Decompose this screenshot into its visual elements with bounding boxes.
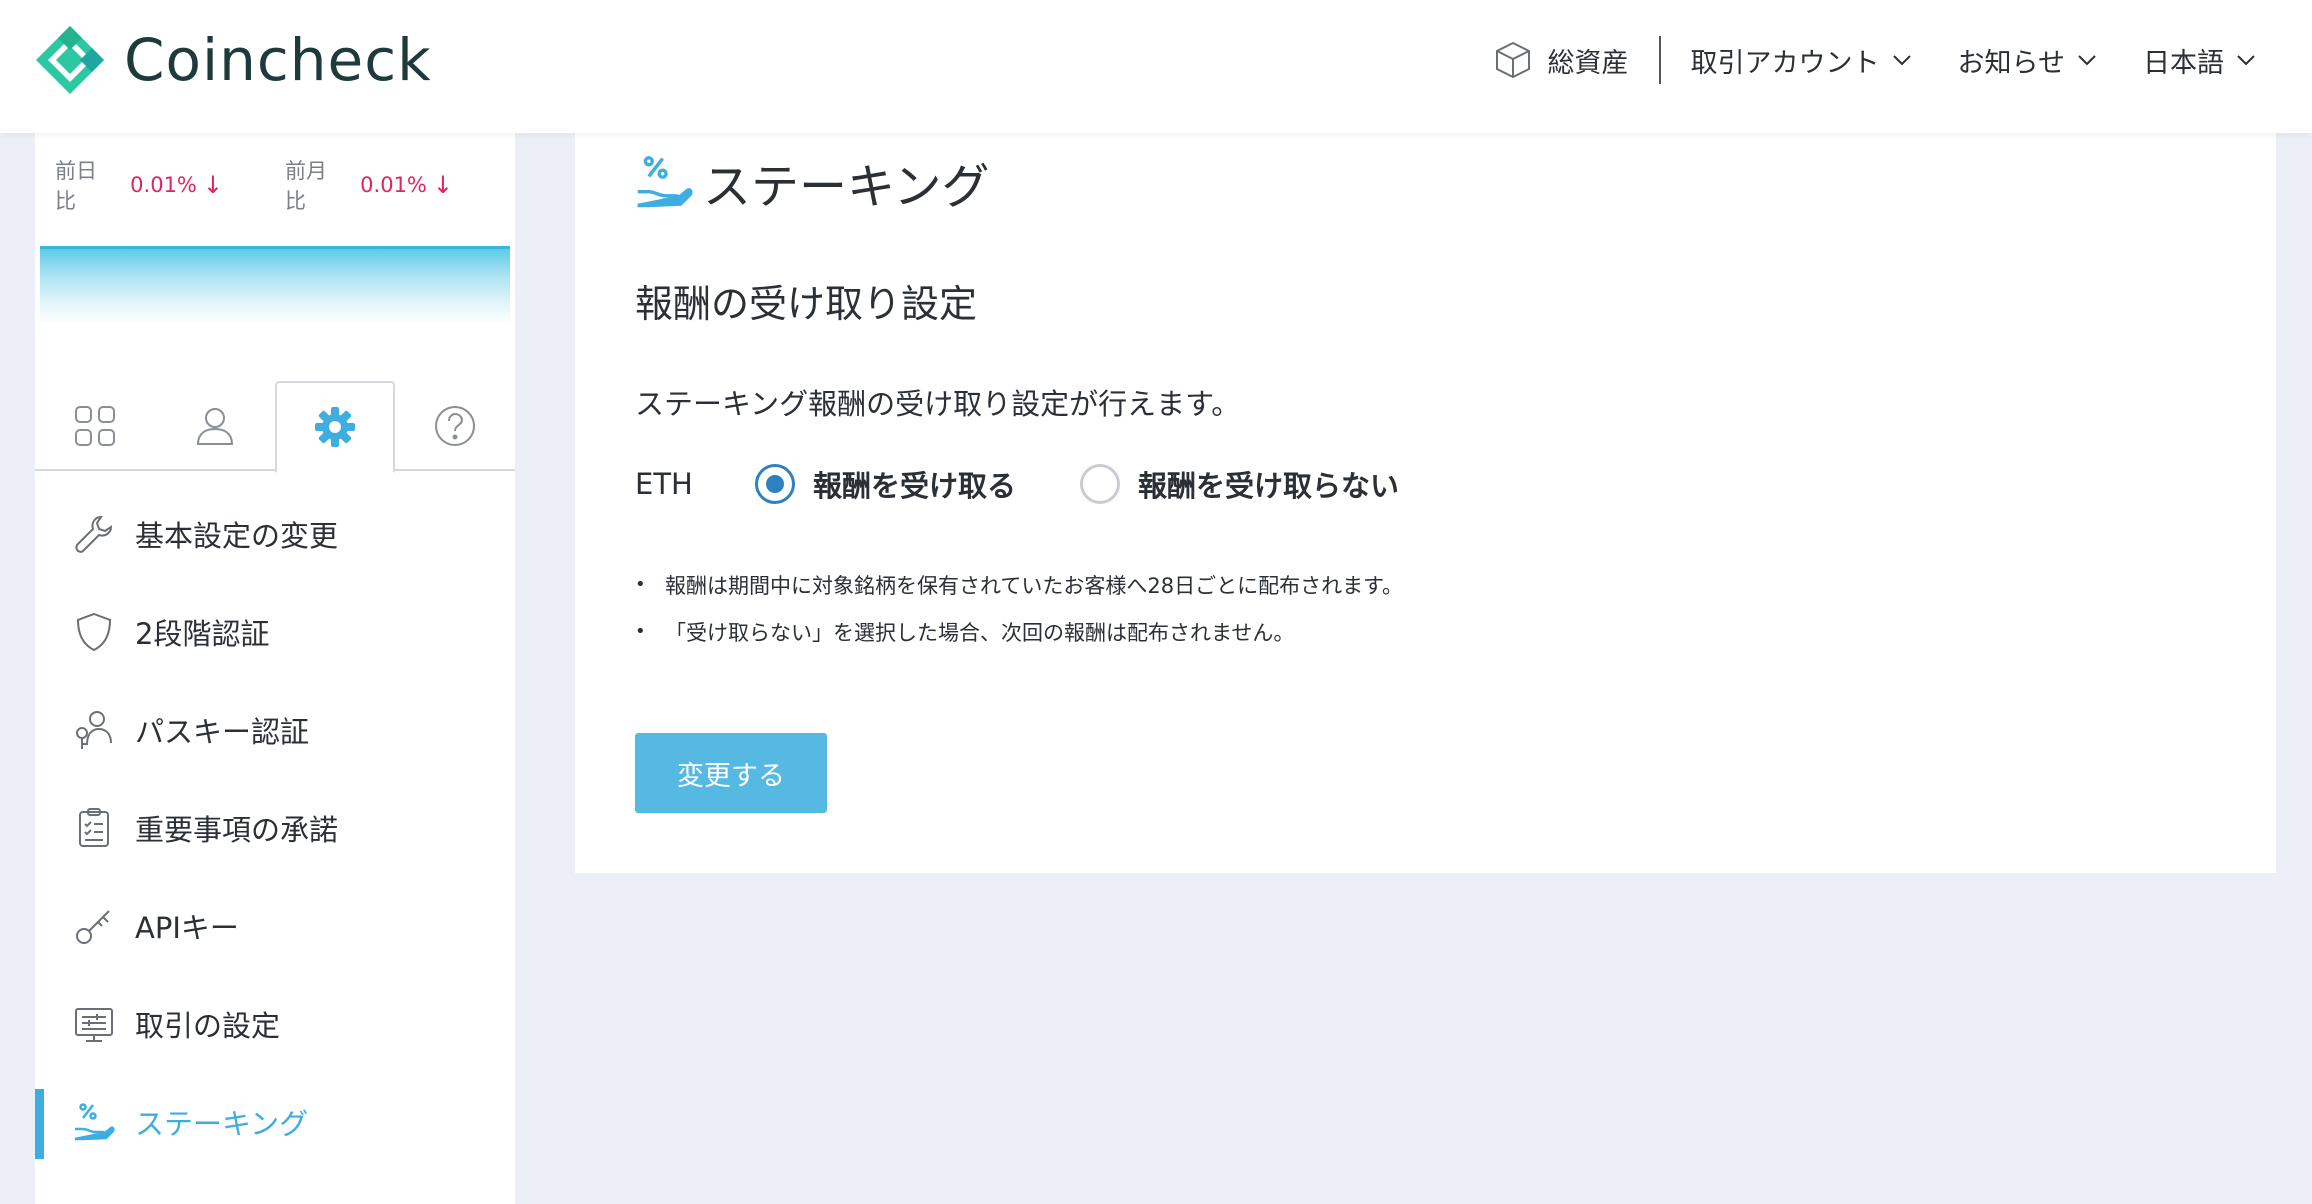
reward-option-group: ETH 報酬を受け取る 報酬を受け取らない (635, 463, 1463, 505)
chevron-down-icon (1892, 55, 1911, 66)
sidebar-item-2fa[interactable]: 2段階認証 (35, 583, 515, 681)
user-icon (196, 408, 234, 445)
list-item: • 報酬は期間中に対象銘柄を保有されていたお客様へ28日ごとに配布されます。 (635, 561, 1403, 608)
sidebar-tabs (35, 381, 515, 473)
sidebar-item-passkey[interactable]: パスキー認証 (35, 681, 515, 779)
radio-checked-icon (755, 464, 795, 504)
page-title: ステーキング (635, 147, 990, 217)
help-icon (435, 406, 475, 446)
bullet-icon: • (635, 574, 646, 595)
grid-icon (75, 406, 115, 446)
top-header: Coincheck 総資産 取引アカウント お知らせ 日本語 (0, 0, 2312, 133)
nav-trading-account-label: 取引アカウント (1690, 47, 1880, 79)
coin-label: ETH (635, 467, 693, 501)
tab-settings[interactable] (275, 381, 395, 473)
clipboard-icon (79, 808, 109, 847)
section-title: 報酬の受け取り設定 (635, 282, 978, 326)
rate-month: 前月比 0.01% ↓ (285, 155, 453, 215)
radio-receive-reward[interactable]: 報酬を受け取る (755, 463, 1016, 505)
sidebar-item-agreements[interactable]: 重要事項の承諾 (35, 779, 515, 877)
nav-news-label: お知らせ (1957, 47, 2065, 79)
tab-help[interactable] (395, 381, 515, 471)
sidebar-item-label: 2段階認証 (135, 617, 270, 651)
nav-total-assets[interactable]: 総資産 (1492, 39, 1629, 81)
bullet-icon: • (635, 621, 646, 642)
brand-logo[interactable]: Coincheck (34, 24, 432, 96)
settings-menu: 基本設定の変更 2段階認証 パスキー認証 重要事項の承諾 APIキー 取引の設定… (35, 485, 515, 1171)
rate-day: 前日比 0.01% ↓ (55, 155, 223, 215)
radio-decline-reward[interactable]: 報酬を受け取らない (1080, 463, 1399, 505)
nav-language[interactable]: 日本語 (2143, 41, 2256, 80)
radio-label: 報酬を受け取る (813, 469, 1017, 503)
brand-name: Coincheck (124, 26, 432, 94)
sidebar-item-basic-settings[interactable]: 基本設定の変更 (35, 485, 515, 583)
staking-icon (74, 1103, 115, 1141)
sidebar-item-label: パスキー認証 (135, 715, 310, 749)
key-icon (76, 910, 110, 944)
nav-divider (1658, 36, 1661, 84)
cube-icon (1495, 41, 1530, 79)
staking-settings-panel: ステーキング 報酬の受け取り設定 ステーキング報酬の受け取り設定が行えます。 E… (575, 133, 2276, 873)
sidebar-item-label: APIキー (135, 911, 239, 945)
rate-day-value: 0.01% (130, 173, 197, 197)
note-text: 報酬は期間中に対象銘柄を保有されていたお客様へ28日ごとに配布されます。 (665, 573, 1403, 598)
note-text: 「受け取らない」を選択した場合、次回の報酬は配布されません。 (665, 620, 1295, 645)
sidebar-item-label: 取引の設定 (135, 1009, 281, 1043)
sidebar-item-label: 基本設定の変更 (135, 519, 339, 553)
price-change-rates: 前日比 0.01% ↓ 前月比 0.01% ↓ (55, 155, 515, 215)
rate-month-label: 前月比 (285, 159, 327, 213)
nav-total-assets-label: 総資産 (1547, 47, 1629, 79)
chevron-down-icon (2237, 55, 2255, 66)
wrench-icon (75, 515, 113, 553)
nav-trading-account[interactable]: 取引アカウント (1691, 41, 1912, 80)
list-item: • 「受け取らない」を選択した場合、次回の報酬は配布されません。 (635, 608, 1403, 655)
sidebar: 前日比 0.01% ↓ 前月比 0.01% ↓ 基本設定の変更 2段階認証 パス… (35, 133, 515, 1204)
nav-language-label: 日本語 (2143, 47, 2224, 79)
rate-month-value: 0.01% (360, 173, 427, 197)
sidebar-item-trade-settings[interactable]: 取引の設定 (35, 975, 515, 1073)
section-description: ステーキング報酬の受け取り設定が行えます。 (635, 387, 1241, 421)
change-button[interactable]: 変更する (635, 733, 827, 813)
tab-dashboard[interactable] (35, 381, 155, 471)
sidebar-item-staking[interactable]: ステーキング (35, 1073, 515, 1171)
price-chart-area (40, 246, 510, 324)
notes-list: • 報酬は期間中に対象銘柄を保有されていたお客様へ28日ごとに配布されます。 •… (635, 561, 1403, 655)
down-arrow-icon: ↓ (432, 171, 453, 199)
staking-icon (637, 156, 693, 208)
top-nav: 総資産 取引アカウント お知らせ 日本語 (1492, 30, 2256, 90)
sidebar-item-label: 重要事項の承諾 (135, 813, 339, 847)
radio-label: 報酬を受け取らない (1138, 469, 1400, 503)
shield-icon (76, 612, 112, 652)
tab-account[interactable] (155, 381, 275, 471)
nav-news[interactable]: お知らせ (1958, 41, 2097, 80)
sidebar-item-api-key[interactable]: APIキー (35, 877, 515, 975)
passkey-icon (76, 711, 112, 749)
gear-icon (315, 407, 355, 447)
radio-unchecked-icon (1080, 464, 1121, 504)
coincheck-logo-icon (36, 26, 104, 94)
sidebar-item-label: ステーキング (135, 1107, 309, 1141)
down-arrow-icon: ↓ (202, 171, 223, 199)
settings-panel-icon (75, 1008, 113, 1042)
chevron-down-icon (2078, 55, 2096, 66)
page-title-text: ステーキング (703, 159, 990, 215)
rate-day-label: 前日比 (55, 159, 97, 213)
